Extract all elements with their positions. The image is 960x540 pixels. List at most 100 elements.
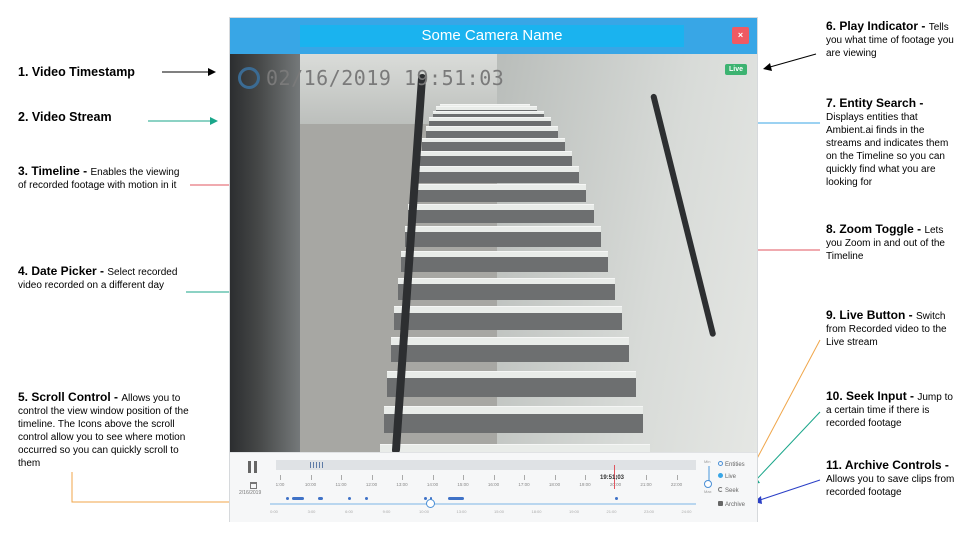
timeline-tick-label: 14:00: [426, 482, 439, 487]
pause-icon: [248, 461, 251, 473]
timeline-tick-label: 19:00: [579, 482, 591, 487]
scroll-tick-label: 23:00: [643, 509, 655, 514]
stair-riser: [415, 171, 580, 184]
annotated-screenshot: 1. Video Timestamp 2. Video Stream 3. Ti…: [0, 0, 960, 540]
scroll-tick-label: 0:00: [270, 509, 278, 514]
motion-event[interactable]: [318, 497, 323, 500]
play-position-time: 19:51:03: [600, 475, 625, 481]
scroll-tick-label: 3:00: [307, 509, 316, 514]
video-left-wall: [230, 54, 300, 452]
zoom-toggle[interactable]: Min Max: [704, 459, 714, 494]
timeline-tick-label: 21:00: [640, 482, 652, 487]
stair-riser: [394, 313, 622, 330]
timeline-tick: [341, 475, 342, 480]
timeline-tick: [676, 475, 678, 480]
motion-event[interactable]: [348, 497, 351, 500]
stair-step: [390, 337, 629, 345]
stair-riser: [411, 189, 587, 203]
leader-seek-input: [755, 411, 821, 481]
timeline-tick-label: 15:00: [457, 482, 469, 487]
scroll-tick-label: 24:00: [681, 509, 692, 514]
stair-riser: [404, 232, 601, 247]
motion-event[interactable]: [365, 497, 368, 500]
video-stream[interactable]: 02/16/2019 19:51:03 Live: [230, 54, 757, 452]
close-icon: ×: [737, 30, 744, 40]
timeline-tick: [493, 475, 495, 480]
timeline-tick-label: 17:00: [518, 482, 530, 487]
stair-riser: [387, 378, 636, 397]
timeline-tick: [554, 475, 556, 480]
stair-riser: [397, 284, 615, 300]
scroll-tick-label: 18:00: [531, 509, 542, 514]
motion-marker: [310, 462, 311, 468]
stair-riser: [408, 209, 594, 224]
motion-marker: [313, 462, 314, 468]
scroll-tick-label: 19:00: [568, 509, 580, 514]
camera-player-window: Some Camera Name × 02/16/2019 19:51:03 L…: [229, 17, 758, 522]
timeline-controls: 2/16/2019 1:00 10:00 11:00 12:00 13:00 14:00 1…: [230, 452, 757, 522]
seek-label: Seek: [725, 488, 739, 494]
stair-step: [380, 444, 650, 452]
scroll-tick-label: 6:00: [345, 509, 353, 514]
timeline-tick-label: 11:00: [335, 482, 347, 487]
timeline-tick-label: 22:00: [670, 482, 683, 487]
stair-riser: [383, 413, 643, 434]
stair-step: [383, 406, 643, 414]
timeline-tick: [585, 475, 586, 480]
zoom-max-label: Max: [704, 489, 712, 494]
timeline-track[interactable]: [276, 460, 696, 470]
zoom-knob[interactable]: [704, 480, 712, 488]
entity-search-button[interactable]: Entities: [718, 461, 745, 468]
timeline-tick-label: 1:00: [275, 482, 285, 487]
zoom-min-label: Min: [704, 459, 711, 464]
timeline-tick: [280, 475, 281, 480]
player-title-bar: Some Camera Name ×: [230, 18, 757, 54]
pause-icon: [254, 461, 257, 473]
date-picker-label[interactable]: 2/16/2019: [239, 490, 261, 496]
archive-button[interactable]: Archive: [718, 501, 745, 508]
pause-button[interactable]: [248, 461, 258, 473]
motion-marker: [322, 462, 323, 468]
loading-circle-icon: [238, 67, 260, 89]
stair-riser: [390, 344, 629, 363]
archive-label: Archive: [725, 502, 746, 508]
live-button[interactable]: Live: [718, 473, 736, 480]
timeline-tick: [432, 475, 434, 480]
motion-marker: [319, 462, 320, 468]
timeline-tick: [402, 475, 403, 480]
search-icon: [718, 461, 723, 466]
live-dot-icon: [718, 473, 723, 478]
seek-icon: [718, 487, 723, 492]
camera-name-title: Some Camera Name: [300, 25, 684, 47]
motion-event[interactable]: [286, 497, 289, 500]
timeline-tick: [463, 475, 464, 480]
seek-input[interactable]: Seek: [718, 487, 739, 494]
timeline-tick: [310, 475, 312, 480]
motion-event[interactable]: [292, 497, 304, 500]
scroll-control-thumb[interactable]: [426, 499, 435, 508]
calendar-icon[interactable]: [250, 482, 257, 489]
close-button[interactable]: ×: [732, 27, 749, 44]
motion-event[interactable]: [448, 497, 464, 500]
motion-event[interactable]: [615, 497, 618, 500]
live-label: Live: [725, 474, 737, 480]
scroll-tick-label: 13:00: [456, 509, 467, 514]
entities-label: Entities: [725, 462, 745, 468]
scroll-control-track[interactable]: [270, 503, 696, 505]
timeline-tick: [646, 475, 647, 480]
timeline-tick-label: 10:00: [304, 482, 317, 487]
timeline-tick-label: 18:00: [548, 482, 561, 487]
timeline-tick-label: 12:00: [365, 482, 378, 487]
leader-archive: [759, 479, 821, 501]
stair-step: [394, 306, 622, 314]
motion-marker: [316, 462, 317, 468]
archive-icon: [718, 501, 723, 506]
stair-riser: [418, 155, 573, 167]
scroll-tick-label: 10:00: [418, 509, 430, 514]
timeline-tick-label: 20:00: [609, 482, 622, 487]
scroll-tick-label: 21:00: [606, 509, 617, 514]
timeline-tick-label: 16:00: [487, 482, 500, 487]
timeline-tick: [371, 475, 373, 480]
scroll-tick-label: 9:00: [382, 509, 391, 514]
video-timestamp-text: 02/16/2019 19:51:03: [266, 66, 505, 90]
